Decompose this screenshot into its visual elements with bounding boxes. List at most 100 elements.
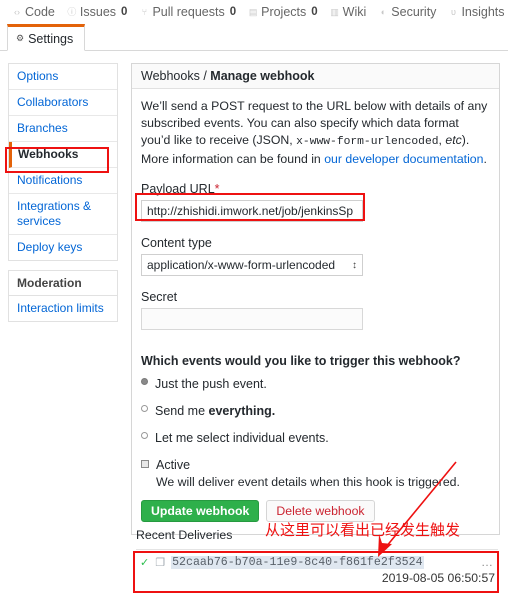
repo-tab-issues[interactable]: ⓘ Issues 0 [61, 0, 134, 24]
content-type-label: Content type [141, 236, 212, 250]
checkbox-icon [141, 460, 149, 468]
radio-icon [141, 405, 148, 412]
description-part-4: . [483, 152, 487, 166]
repo-tab-label: Insights [461, 5, 505, 19]
book-icon: ▥ [330, 6, 339, 17]
repo-tab-projects[interactable]: ▤ Projects 0 [242, 0, 324, 24]
sidebar-group-divider [8, 261, 118, 270]
content-type-select[interactable]: application/x-www-form-urlencoded ↕ [141, 254, 363, 276]
settings-sidebar: Options Collaborators Branches Webhooks … [8, 63, 118, 322]
content-type-value: application/x-www-form-urlencoded [147, 258, 336, 272]
breadcrumb-current: Manage webhook [210, 69, 315, 83]
description-code: x-www-form-urlencoded [296, 136, 439, 148]
event-option-text: Send me [155, 404, 209, 418]
graph-icon: ᴜ [450, 6, 456, 17]
sidebar-item-label: Options [17, 69, 59, 83]
pull-request-icon: ⑂ [141, 6, 148, 17]
sidebar-item-branches[interactable]: Branches [9, 116, 117, 142]
repo-tab-label: Security [391, 5, 437, 19]
active-checkbox[interactable]: Active [141, 458, 490, 472]
webhook-description: We’ll send a POST request to the URL bel… [141, 98, 490, 168]
sidebar-group-primary: Options Collaborators Branches Webhooks … [8, 63, 118, 261]
sidebar-item-integrations-services[interactable]: Integrations & services [9, 194, 117, 235]
event-option-label: Send me everything. [155, 404, 275, 418]
sidebar-item-options[interactable]: Options [9, 64, 117, 90]
page-root: ‹› Code ⓘ Issues 0 ⑂ Pull requests 0 ▤ P… [0, 0, 508, 595]
projects-count: 0 [311, 6, 318, 18]
sidebar-item-label: Collaborators [17, 95, 89, 109]
event-option-text: Let me select individual events. [155, 431, 329, 445]
repo-tab-label: Wiki [342, 5, 367, 19]
sidebar-item-collaborators[interactable]: Collaborators [9, 90, 117, 116]
breadcrumb-parent[interactable]: Webhooks [141, 69, 200, 83]
repo-tab-label: Projects [261, 5, 307, 19]
repo-tab-code[interactable]: ‹› Code [6, 0, 61, 24]
repo-navigation: ‹› Code ⓘ Issues 0 ⑂ Pull requests 0 ▤ P… [0, 0, 508, 24]
sidebar-item-label: Interaction limits [17, 301, 104, 315]
event-option-individual[interactable]: Let me select individual events. [141, 431, 490, 445]
event-option-label: Let me select individual events. [155, 431, 329, 445]
repo-tab-wiki[interactable]: ▥ Wiki [324, 0, 373, 24]
chevron-updown-icon: ↕ [352, 259, 357, 271]
issue-icon: ⓘ [67, 6, 77, 17]
tab-settings[interactable]: ⚙ Settings [7, 24, 86, 51]
description-italic: etc [445, 133, 462, 147]
issues-count: 0 [121, 6, 128, 18]
recent-deliveries-list: ✓ ❐ 52caab76-b70a-11e9-8c40-f861fe2f3524… [136, 549, 498, 585]
delivery-menu-icon[interactable]: … [481, 555, 494, 569]
annotation-note: 从这里可以看出已经发生触发 [265, 521, 461, 539]
webhook-form: We’ll send a POST request to the URL bel… [132, 89, 499, 534]
payload-url-input[interactable] [141, 200, 363, 222]
active-description: We will deliver event details when this … [156, 475, 460, 489]
shield-icon: ◐ [380, 6, 386, 17]
radio-icon [141, 432, 148, 439]
pull-requests-count: 0 [229, 6, 237, 18]
payload-url-label-text: Payload URL [141, 182, 215, 196]
repo-tab-security[interactable]: ◐ Security [372, 0, 442, 24]
developer-documentation-link[interactable]: our developer documentation [324, 152, 483, 166]
breadcrumb: Webhooks / Manage webhook [132, 64, 499, 89]
tab-settings-label: Settings [28, 31, 74, 46]
event-option-push[interactable]: Just the push event. [141, 377, 490, 391]
event-option-everything[interactable]: Send me everything. [141, 404, 490, 418]
radio-icon [141, 378, 148, 385]
event-option-emphasis: everything. [208, 404, 276, 418]
repo-tab-insights[interactable]: ᴜ Insights [442, 0, 508, 24]
sidebar-group-moderation: Interaction limits [8, 295, 118, 322]
check-icon: ✓ [140, 556, 150, 569]
repo-tab-label: Issues [79, 5, 117, 19]
project-board-icon: ▤ [248, 6, 258, 17]
delivery-id[interactable]: 52caab76-b70a-11e9-8c40-f861fe2f3524 [171, 555, 424, 569]
payload-url-label: Payload URL* [141, 182, 490, 196]
event-option-text: Just the push event. [155, 377, 267, 391]
sidebar-item-label: Branches [17, 121, 68, 135]
sidebar-item-deploy-keys[interactable]: Deploy keys [9, 235, 117, 260]
update-webhook-button[interactable]: Update webhook [141, 500, 260, 522]
secret-input[interactable] [141, 308, 363, 330]
delivery-timestamp: 2019-08-05 06:50:57 [381, 571, 495, 585]
event-option-label: Just the push event. [155, 377, 267, 391]
sidebar-heading-moderation: Moderation [8, 270, 118, 295]
settings-tab-row: ⚙ Settings [0, 24, 508, 51]
delivery-row[interactable]: ✓ ❐ 52caab76-b70a-11e9-8c40-f861fe2f3524… [136, 550, 498, 571]
gear-icon: ⚙ [16, 33, 25, 43]
webhook-panel: Webhooks / Manage webhook We’ll send a P… [131, 63, 500, 535]
repo-tab-pull-requests[interactable]: ⑂ Pull requests 0 [133, 0, 242, 24]
active-label: Active [156, 458, 191, 472]
sidebar-item-webhooks[interactable]: Webhooks [9, 142, 117, 168]
recent-deliveries-title: Recent Deliveries [136, 528, 233, 542]
sidebar-item-label: Integrations & services [17, 199, 92, 228]
sidebar-item-label: Notifications [17, 173, 83, 187]
required-marker: * [214, 182, 220, 196]
repo-tab-label: Pull requests [152, 5, 225, 19]
sidebar-item-notifications[interactable]: Notifications [9, 168, 117, 194]
breadcrumb-separator: / [203, 69, 207, 83]
sidebar-item-label: Webhooks [18, 147, 79, 161]
sidebar-item-interaction-limits[interactable]: Interaction limits [9, 296, 117, 321]
repo-tab-label: Code [25, 5, 55, 19]
code-icon: ‹› [14, 6, 20, 17]
